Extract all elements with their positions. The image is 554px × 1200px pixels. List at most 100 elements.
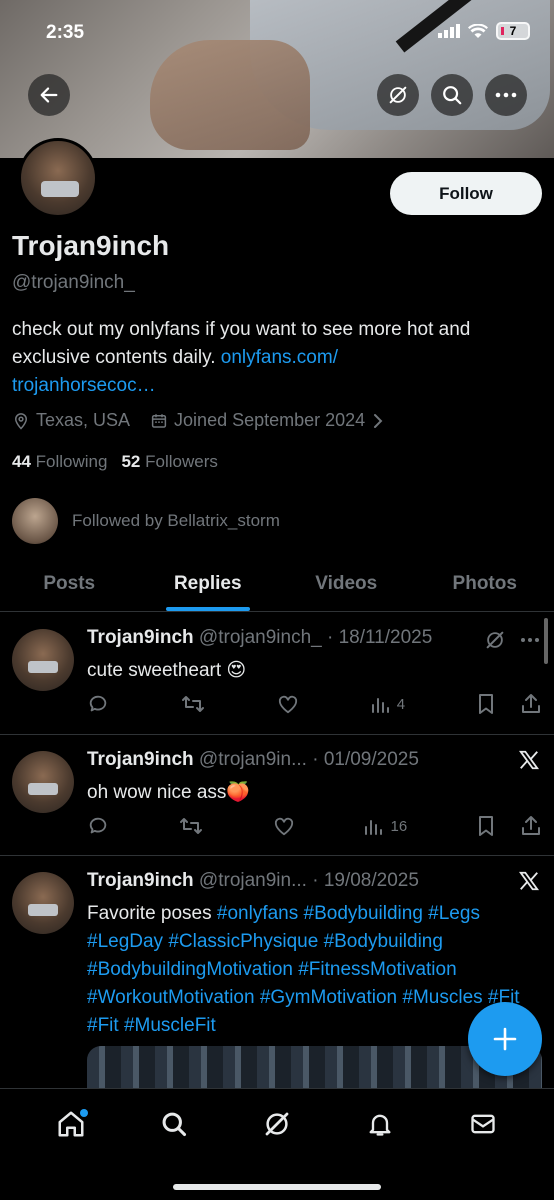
post-text: Favorite poses #onlyfans #Bodybuilding #… xyxy=(87,900,539,1040)
post-avatar[interactable] xyxy=(12,751,74,813)
signal-icon xyxy=(438,24,460,38)
home-indicator xyxy=(173,1184,381,1190)
share-icon[interactable] xyxy=(521,693,541,715)
post-actions: 16 xyxy=(87,815,541,837)
post-author[interactable]: Trojan9inch xyxy=(87,627,194,648)
compose-button[interactable] xyxy=(468,1002,542,1076)
bottom-navigation xyxy=(0,1088,554,1200)
follower-avatar xyxy=(12,498,58,544)
reply-icon xyxy=(89,695,107,712)
following-link[interactable]: 44 Following xyxy=(12,452,107,472)
more-button[interactable] xyxy=(485,74,527,116)
back-button[interactable] xyxy=(28,74,70,116)
profile-tabs: Posts Replies Videos Photos xyxy=(0,556,554,612)
nav-notifications[interactable] xyxy=(355,1099,405,1149)
like-button[interactable] xyxy=(273,816,295,836)
wifi-icon xyxy=(468,23,488,38)
views-button[interactable]: 16 xyxy=(364,817,407,835)
repost-button[interactable] xyxy=(179,815,203,837)
follow-counts: 44 Following 52 Followers xyxy=(12,452,218,472)
post-author[interactable]: Trojan9inch xyxy=(87,870,194,891)
x-logo-icon xyxy=(518,871,540,891)
repost-icon xyxy=(179,818,202,834)
plus-icon xyxy=(493,1027,517,1051)
post-item[interactable]: Trojan9inch @trojan9inch_ · 18/11/2025 c… xyxy=(0,613,554,735)
profile-handle: @trojan9inch_ xyxy=(12,272,135,293)
views-icon xyxy=(365,820,383,835)
x-logo-icon xyxy=(518,750,540,770)
views-button[interactable]: 4 xyxy=(371,695,405,713)
post-text: cute sweetheart 😍 xyxy=(87,660,247,681)
reply-icon xyxy=(89,817,107,834)
search-icon xyxy=(443,86,462,105)
heart-icon xyxy=(274,817,293,836)
joined-date[interactable]: Joined September 2024 xyxy=(150,410,385,431)
post-author[interactable]: Trojan9inch xyxy=(87,749,194,770)
repost-button[interactable] xyxy=(181,693,205,715)
followed-by[interactable]: Followed by Bellatrix_storm xyxy=(12,498,280,544)
post-item[interactable]: Trojan9inch @trojan9in... · 01/09/2025 o… xyxy=(0,735,554,856)
search-icon xyxy=(162,1112,187,1137)
battery-level: 7 xyxy=(509,24,517,38)
battery-icon: 7 xyxy=(496,22,530,40)
post-handle-date: @trojan9in... · 19/08/2025 xyxy=(198,870,419,891)
views-count: 4 xyxy=(396,695,406,713)
tab-photos[interactable]: Photos xyxy=(416,556,554,611)
location-text: Texas, USA xyxy=(36,410,131,430)
search-button[interactable] xyxy=(431,74,473,116)
nav-search[interactable] xyxy=(149,1099,199,1149)
status-time: 2:35 xyxy=(46,22,85,43)
follow-button[interactable]: Follow xyxy=(390,172,542,215)
post-actions: 4 xyxy=(87,693,541,715)
post-more-icon[interactable] xyxy=(520,637,540,643)
bookmark-row xyxy=(477,815,541,837)
bookmark-icon[interactable] xyxy=(477,693,495,715)
followers-link[interactable]: 52 Followers xyxy=(121,452,217,472)
location-pin-icon xyxy=(14,412,28,430)
reply-button[interactable] xyxy=(87,693,109,715)
post-text-plain: Favorite poses xyxy=(87,903,217,924)
share-icon[interactable] xyxy=(521,815,541,837)
nav-messages[interactable] xyxy=(458,1099,508,1149)
post-text: oh wow nice ass🍑 xyxy=(87,782,251,803)
views-icon xyxy=(371,698,389,713)
nav-home[interactable] xyxy=(46,1099,96,1149)
tab-replies[interactable]: Replies xyxy=(139,556,278,611)
grok-icon xyxy=(265,1112,289,1136)
post-handle-date: @trojan9inch_ · 18/11/2025 xyxy=(198,627,433,648)
grok-button[interactable] xyxy=(377,74,419,116)
post-header: Trojan9inch @trojan9inch_ · 18/11/2025 xyxy=(87,627,432,649)
post-avatar[interactable] xyxy=(12,629,74,691)
profile-bio: check out my onlyfans if you want to see… xyxy=(12,316,542,400)
notification-dot xyxy=(80,1109,89,1117)
tab-posts[interactable]: Posts xyxy=(0,556,139,611)
post-avatar[interactable] xyxy=(12,872,74,934)
post-header: Trojan9inch @trojan9in... · 19/08/2025 xyxy=(87,870,419,892)
like-button[interactable] xyxy=(277,694,299,714)
bookmark-row xyxy=(477,693,541,715)
views-count: 16 xyxy=(390,817,408,835)
mail-icon xyxy=(470,1114,495,1134)
repost-icon xyxy=(181,696,204,712)
banner-arm xyxy=(150,40,310,150)
followed-by-text: Followed by Bellatrix_storm xyxy=(72,511,280,530)
grok-icon xyxy=(389,86,407,104)
joined-text: Joined September 2024 xyxy=(174,410,366,430)
profile-avatar[interactable] xyxy=(18,138,98,218)
calendar-icon xyxy=(151,413,167,428)
location: Texas, USA xyxy=(12,410,130,431)
nav-grok[interactable] xyxy=(252,1099,302,1149)
status-icons: 7 xyxy=(438,22,530,40)
more-icon xyxy=(495,92,517,98)
arrow-left-icon xyxy=(40,87,58,103)
bell-icon xyxy=(369,1114,391,1136)
chevron-right-icon xyxy=(374,413,383,428)
post-header: Trojan9inch @trojan9in... · 01/09/2025 xyxy=(87,749,419,771)
tab-videos[interactable]: Videos xyxy=(277,556,416,611)
post-handle-date: @trojan9in... · 01/09/2025 xyxy=(198,749,419,770)
grok-icon[interactable] xyxy=(484,629,506,651)
bookmark-icon[interactable] xyxy=(477,815,495,837)
reply-button[interactable] xyxy=(87,815,109,837)
display-name: Trojan9inch xyxy=(12,230,170,261)
profile-meta: Texas, USA Joined September 2024 xyxy=(12,410,385,431)
